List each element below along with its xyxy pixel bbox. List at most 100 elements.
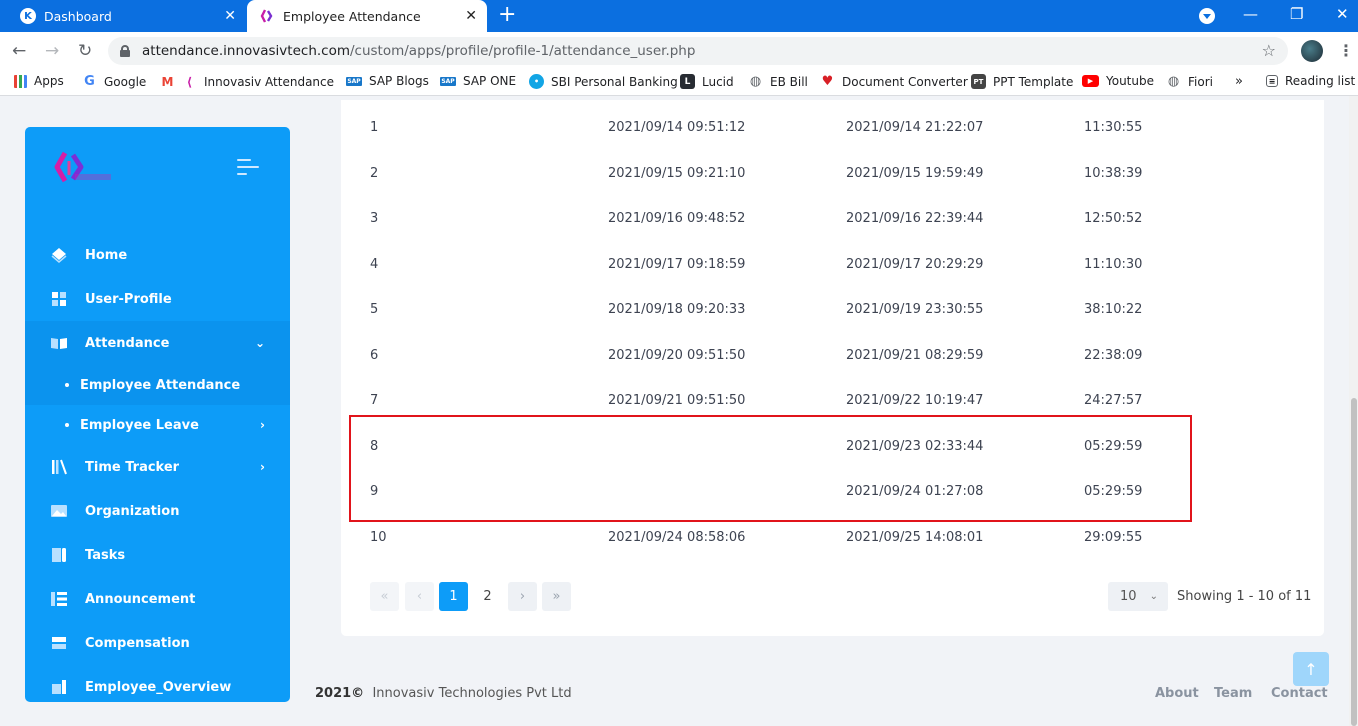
bookmark-youtube[interactable]: ▶ Youtube [1082,74,1154,88]
reload-icon[interactable]: ↻ [78,41,92,61]
browser-tab-strip: K Dashboard ✕ Employee Attendance ✕ + — … [0,0,1358,32]
tab-employee-attendance[interactable]: Employee Attendance ✕ [247,0,487,32]
rows-per-page-select[interactable]: 10 ⌄ [1108,582,1168,611]
close-icon[interactable]: ✕ [224,8,236,24]
table-row: 8 2021/09/23 02:33:44 05:29:59 [341,425,1324,470]
sidebar-item-announcement[interactable]: Announcement [25,577,290,621]
previous-page-icon[interactable]: ‹ [405,582,434,611]
bookmark-apps[interactable]: Apps [14,74,64,88]
footer-link-team[interactable]: Team [1214,686,1252,701]
table-row: 5 2021/09/18 09:20:33 2021/09/19 23:30:5… [341,288,1324,333]
table-row: 4 2021/09/17 09:18:59 2021/09/17 20:29:2… [341,243,1324,288]
next-page-icon[interactable]: › [508,582,537,611]
sidebar-subitem-employee-attendance[interactable]: Employee Attendance [25,365,290,405]
sidebar-item-attendance[interactable]: Attendance ⌄ [25,321,290,365]
reading-list-label: Reading list [1285,74,1356,88]
bookmark-sap-blogs[interactable]: SAP SAP Blogs [346,74,429,88]
window-close-icon[interactable]: ✕ [1336,4,1349,24]
row-number: 10 [370,530,387,545]
sidebar-subitem-employee-leave[interactable]: Employee Leave › [25,405,290,445]
close-icon[interactable]: ✕ [465,8,477,24]
sap-icon: SAP [346,76,362,86]
bookmark-innovasiv-attendance[interactable]: M ⟨ Innovasiv Attendance [160,74,335,89]
sidebar-item-home[interactable]: Home [25,233,290,277]
check-in-cell: 2021/09/14 09:51:12 [608,120,746,135]
reading-list-button[interactable]: ≡ Reading list [1266,74,1355,88]
tab-search-icon[interactable] [1199,8,1215,24]
page-button[interactable]: 2 [473,582,502,611]
bookmark-lucid[interactable]: L Lucid [680,74,734,89]
pagination-summary: Showing 1 - 10 of 11 [1177,589,1312,604]
sidebar-item-time-tracker[interactable]: Time Tracker › [25,445,290,489]
row-number: 4 [370,257,379,272]
chevron-right-icon: › [260,460,265,474]
more-menu-icon[interactable]: ⋮ [1338,41,1354,60]
back-arrow-icon[interactable]: ← [12,41,26,61]
apps-grid-icon [14,74,27,88]
profile-avatar[interactable] [1301,40,1323,62]
more-bookmarks-button[interactable]: » [1235,74,1243,89]
sidebar-item-employee-overview[interactable]: Employee_Overview [25,665,290,702]
check-in-cell: 2021/09/20 09:51:50 [608,348,746,363]
check-out-cell: 2021/09/25 14:08:01 [846,530,984,545]
bullet-icon [65,423,69,427]
footer-link-contact[interactable]: Contact [1271,686,1328,701]
new-tab-plus-icon[interactable]: + [498,4,516,26]
tasks-icon [52,548,66,562]
bookmarks-bar: Apps G Google M ⟨ Innovasiv Attendance S… [0,70,1358,96]
footer-year: 2021© [315,686,365,701]
sidebar-item-label: Employee_Overview [85,679,232,695]
restore-icon[interactable]: ❐ [1290,4,1303,24]
sidebar-item-label: Time Tracker [85,459,180,475]
company-logo[interactable] [51,147,113,187]
minimize-icon[interactable]: — [1243,4,1258,24]
footer-link-about[interactable]: About [1155,686,1199,701]
bookmark-label: SAP ONE [463,74,517,88]
address-bar[interactable]: attendance.innovasivtech.com/custom/apps… [108,37,1288,65]
more-bookmarks-icon: » [1235,74,1243,89]
bookmark-sap-one[interactable]: SAP SAP ONE [440,74,516,88]
bookmark-fiori[interactable]: ◍ Fiori [1166,74,1213,89]
bookmark-sbi-personal-banking[interactable]: • SBI Personal Banking [529,74,678,89]
first-page-icon[interactable]: « [370,582,399,611]
row-number: 3 [370,211,379,226]
scroll-to-top-button[interactable]: ↑ [1293,652,1329,686]
bookmark-ppt-template[interactable]: PT PPT Template [971,74,1073,89]
page-button-current[interactable]: 1 [439,582,468,611]
check-out-cell: 2021/09/19 23:30:55 [846,302,984,317]
last-page-icon[interactable]: » [542,582,571,611]
check-out-cell: 2021/09/23 02:33:44 [846,439,984,454]
sidebar-item-organization[interactable]: Organization [25,489,290,533]
reading-list-icon: ≡ [1266,75,1278,87]
bookmark-google[interactable]: G Google [82,74,146,89]
lock-icon [120,45,130,57]
sidebar-subitem-label: Employee Attendance [80,377,241,393]
tab-dashboard[interactable]: K Dashboard ✕ [0,0,246,32]
check-out-cell: 2021/09/14 21:22:07 [846,120,984,135]
bookmark-label: Google [104,74,147,89]
bookmark-label: EB Bill [770,74,808,89]
bookmark-label: Apps [34,74,64,88]
bookmark-label: Fiori [1188,74,1213,89]
sidebar-item-tasks[interactable]: Tasks [25,533,290,577]
bookmark-document-converter[interactable]: ♥ Document Converter [820,74,968,89]
sidebar: Home User-Profile Attendance ⌄ Employee … [25,127,290,702]
page-scrollbar-thumb[interactable] [1351,398,1357,726]
sidebar-subitem-label: Employee Leave [80,417,199,433]
sidebar-item-user-profile[interactable]: User-Profile [25,277,290,321]
duration-cell: 05:29:59 [1084,484,1143,499]
youtube-icon: ▶ [1082,75,1099,87]
duration-cell: 11:10:30 [1084,257,1143,272]
forward-arrow-icon[interactable]: → [45,41,59,61]
duration-cell: 29:09:55 [1084,530,1143,545]
sidebar-item-label: Compensation [85,635,190,651]
sidebar-item-compensation[interactable]: Compensation [25,621,290,665]
menu-toggle-icon[interactable] [237,159,259,180]
table-row: 9 2021/09/24 01:27:08 05:29:59 [341,470,1324,515]
bookmark-eb-bill[interactable]: ◍ EB Bill [748,74,808,89]
bookmark-label: Innovasiv Attendance [204,74,335,89]
row-number: 9 [370,484,379,499]
innovasiv-logo-icon [260,9,273,23]
heart-icon: ♥ [821,74,834,89]
bookmark-star-icon[interactable]: ☆ [1262,41,1276,60]
